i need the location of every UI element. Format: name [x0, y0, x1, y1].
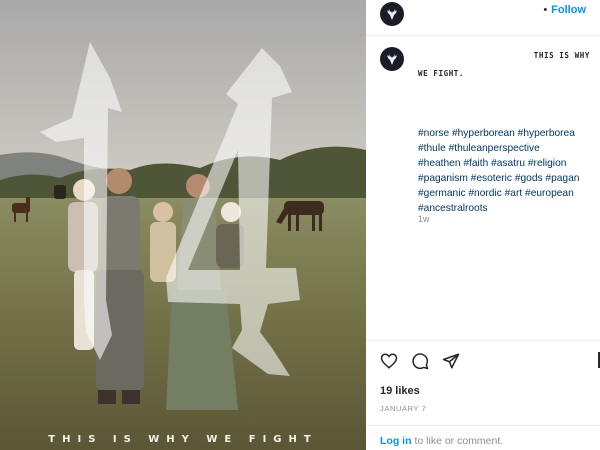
- post-sidebar: • Follow THIS IS WHY WE FIGHT. #norse #hy…: [366, 0, 600, 450]
- heart-icon: [380, 353, 398, 369]
- hashtag-line[interactable]: #paganism #esoteric #gods #pagan: [418, 171, 600, 186]
- caption-text-line1: THIS IS WHY: [533, 51, 590, 60]
- hashtag-line[interactable]: #thule #thuleanperspective: [418, 141, 600, 156]
- stag-logo-icon: [387, 9, 397, 20]
- horse-dark: [54, 185, 66, 199]
- post-date: JANUARY 7: [380, 404, 427, 413]
- post-header: • Follow: [366, 0, 600, 36]
- like-button[interactable]: [380, 352, 398, 370]
- hashtag-line[interactable]: #ancestralroots: [418, 201, 600, 216]
- image-caption: THIS IS WHY WE FIGHT: [48, 434, 318, 445]
- likes-count[interactable]: 19 likes: [380, 385, 420, 397]
- account-avatar[interactable]: [380, 2, 404, 26]
- follow-button[interactable]: Follow: [551, 4, 586, 16]
- separator-dot: •: [543, 4, 548, 16]
- comment-avatar[interactable]: [380, 47, 404, 71]
- comment-timestamp[interactable]: 1w: [418, 214, 430, 224]
- paper-plane-icon: [442, 353, 460, 369]
- caption-comment: THIS IS WHY WE FIGHT. #norse #hyperborea…: [366, 36, 600, 341]
- comment-button[interactable]: [411, 352, 429, 370]
- login-footer: Log in to like or comment.: [366, 425, 600, 450]
- hashtag-block: #norse #hyperborean #hyperborea #thule #…: [418, 126, 600, 216]
- comment-bubble-icon: [412, 353, 429, 370]
- caption-text-line2: WE FIGHT.: [418, 69, 465, 78]
- post-image[interactable]: THIS IS WHY WE FIGHT: [0, 0, 366, 450]
- hashtag-line[interactable]: #heathen #faith #asatru #religion: [418, 156, 600, 171]
- login-prompt-text: to like or comment.: [414, 435, 504, 447]
- action-bar: [380, 352, 460, 370]
- post-photo-scene: [0, 0, 366, 450]
- follow-area: • Follow: [543, 4, 586, 16]
- login-prompt: Log in to like or comment.: [380, 435, 503, 447]
- hashtag-line[interactable]: #norse #hyperborean #hyperborea: [418, 126, 600, 141]
- hashtag-line[interactable]: #germanic #nordic #art #european: [418, 186, 600, 201]
- stag-logo-icon: [387, 54, 397, 65]
- share-button[interactable]: [442, 352, 460, 370]
- login-link[interactable]: Log in: [380, 435, 412, 447]
